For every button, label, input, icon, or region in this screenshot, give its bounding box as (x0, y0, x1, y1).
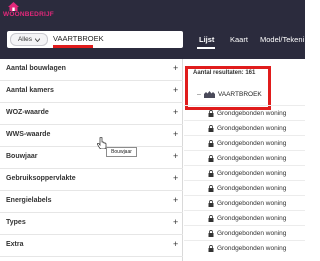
filter-extra[interactable]: Extra + (0, 235, 183, 257)
filter-label: Energielabels (6, 197, 52, 204)
lock-icon (208, 200, 214, 207)
filter-sidebar: Aantal bouwlagen + Aantal kamers + WOZ-w… (0, 59, 183, 261)
filter-label: Gebruiksoppervlakte (6, 175, 76, 182)
chevron-down-icon (35, 37, 41, 42)
filter-label: Aantal kamers (6, 87, 54, 94)
tab-kaart[interactable]: Kaart (230, 35, 248, 44)
filter-label: Extra (6, 241, 24, 248)
active-tab-indicator (197, 47, 215, 49)
filter-types[interactable]: Types + (0, 213, 183, 235)
plus-icon[interactable]: + (173, 239, 178, 249)
logo[interactable]: WOONBEDRIJF (3, 2, 83, 20)
list-item[interactable]: Grondgebonden woning (184, 120, 305, 135)
plus-icon[interactable]: + (173, 195, 178, 205)
search-input[interactable]: VAARTBROEK (53, 34, 104, 43)
list-item-label: Grondgebonden woning (217, 215, 287, 222)
lock-icon (208, 230, 214, 237)
list-item-label: Grondgebonden woning (217, 110, 287, 117)
list-item[interactable]: Grondgebonden woning (184, 150, 305, 165)
filter-wws-waarde[interactable]: WWS-waarde + (0, 125, 183, 147)
tab-lijst[interactable]: Lijst (199, 35, 214, 44)
plus-icon[interactable]: + (173, 129, 178, 139)
lock-icon (208, 245, 214, 252)
filter-aantal-kamers[interactable]: Aantal kamers + (0, 81, 183, 103)
filter-label: Aantal bouwlagen (6, 65, 66, 72)
list-item[interactable]: Grondgebonden woning (184, 165, 305, 180)
list-item[interactable]: Grondgebonden woning (184, 195, 305, 210)
list-item-label: Grondgebonden woning (217, 155, 287, 162)
filter-bouwjaar[interactable]: Bouwjaar + (0, 147, 183, 169)
lock-icon (208, 215, 214, 222)
search-scope-select[interactable]: Alles (10, 33, 48, 46)
house-logo-icon (8, 2, 19, 11)
plus-icon[interactable]: + (173, 151, 178, 161)
plus-icon[interactable]: + (173, 107, 178, 117)
plus-icon[interactable]: + (173, 217, 178, 227)
list-item-label: Grondgebonden woning (217, 125, 287, 132)
lock-icon (208, 140, 214, 147)
filter-label: Bouwjaar (6, 153, 38, 160)
lock-icon (208, 185, 214, 192)
plus-icon[interactable]: + (173, 173, 178, 183)
list-item-label: Grondgebonden woning (217, 230, 287, 237)
filter-label: WOZ-waarde (6, 109, 49, 116)
filter-aantal-bouwlagen[interactable]: Aantal bouwlagen + (0, 59, 183, 81)
top-bar: WOONBEDRIJF Alles VAARTBROEK Lijst Kaart… (0, 0, 305, 59)
highlight-box (185, 66, 271, 110)
search-highlight-underline (53, 45, 93, 48)
list-item[interactable]: Grondgebonden woning (184, 240, 305, 255)
lock-icon (208, 170, 214, 177)
tooltip: Bouwjaar (106, 147, 137, 157)
list-item[interactable]: Grondgebonden woning (184, 135, 305, 150)
tab-model-tekening[interactable]: Model/Tekeni (260, 35, 304, 44)
filter-label: WWS-waarde (6, 131, 51, 138)
search-scope-label: Alles (17, 36, 33, 43)
logo-text: WOONBEDRIJF (3, 11, 54, 18)
list-item[interactable]: Grondgebonden woning (184, 180, 305, 195)
list-item-label: Grondgebonden woning (217, 140, 287, 147)
list-item-label: Grondgebonden woning (217, 200, 287, 207)
list-item[interactable]: Grondgebonden woning (184, 225, 305, 240)
filter-gebruiksoppervlakte[interactable]: Gebruiksoppervlakte + (0, 169, 183, 191)
list-item-label: Grondgebonden woning (217, 185, 287, 192)
plus-icon[interactable]: + (173, 63, 178, 73)
filter-energielabels[interactable]: Energielabels + (0, 191, 183, 213)
list-item[interactable]: Grondgebonden woning (184, 210, 305, 225)
lock-icon (208, 155, 214, 162)
lock-icon (208, 125, 214, 132)
lock-icon (208, 110, 214, 117)
plus-icon[interactable]: + (173, 85, 178, 95)
list-item-label: Grondgebonden woning (217, 170, 287, 177)
filter-woz-waarde[interactable]: WOZ-waarde + (0, 103, 183, 125)
search-bar[interactable]: Alles VAARTBROEK (7, 31, 183, 48)
filter-label: Types (6, 219, 26, 226)
list-item[interactable]: Grondgebonden woning (184, 105, 305, 120)
list-item-label: Grondgebonden woning (217, 245, 287, 252)
